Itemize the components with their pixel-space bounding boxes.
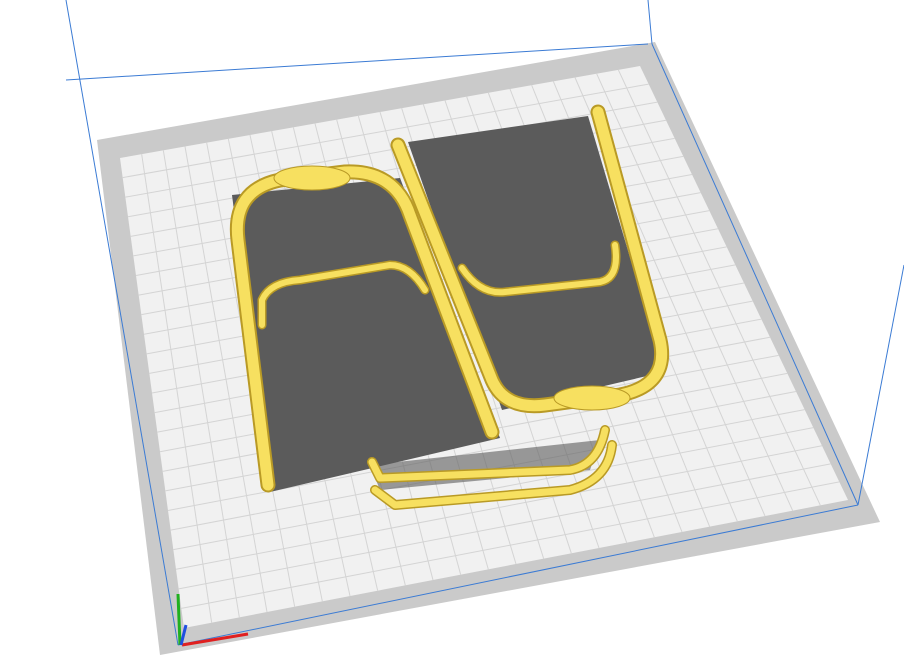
3d-viewport[interactable] [0, 0, 904, 655]
y-axis [176, 593, 182, 646]
